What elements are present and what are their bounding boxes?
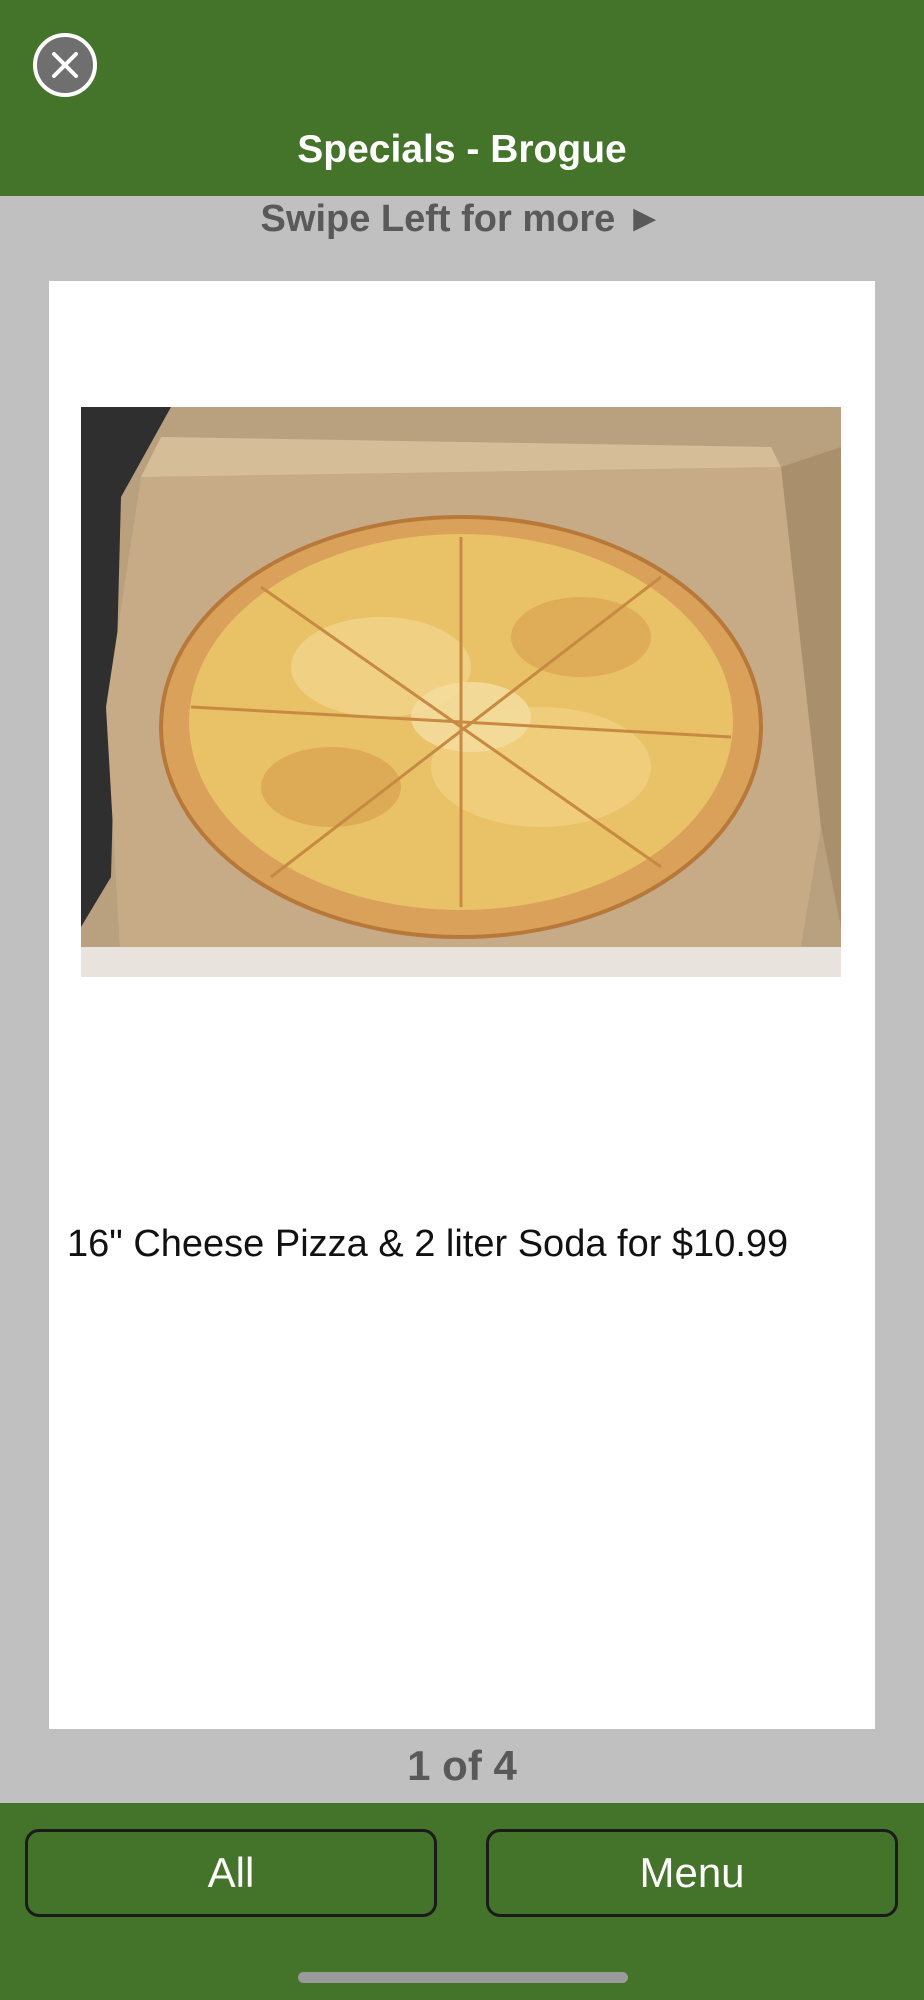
home-indicator[interactable] [298,1972,628,1983]
footer-bar: All Menu [0,1803,924,2000]
menu-button[interactable]: Menu [486,1829,898,1917]
close-icon [52,52,78,78]
pizza-photo [81,407,841,977]
swipe-hint: Swipe Left for more ► [260,198,664,240]
close-button[interactable] [33,33,97,97]
header-bar: Specials - Brogue [0,0,924,196]
special-card[interactable]: 16" Cheese Pizza & 2 liter Soda for $10.… [49,281,875,1729]
all-button[interactable]: All [25,1829,437,1917]
page-indicator: 1 of 4 [407,1742,517,1789]
page-title: Specials - Brogue [297,128,627,171]
special-description: 16" Cheese Pizza & 2 liter Soda for $10.… [67,1223,789,1265]
